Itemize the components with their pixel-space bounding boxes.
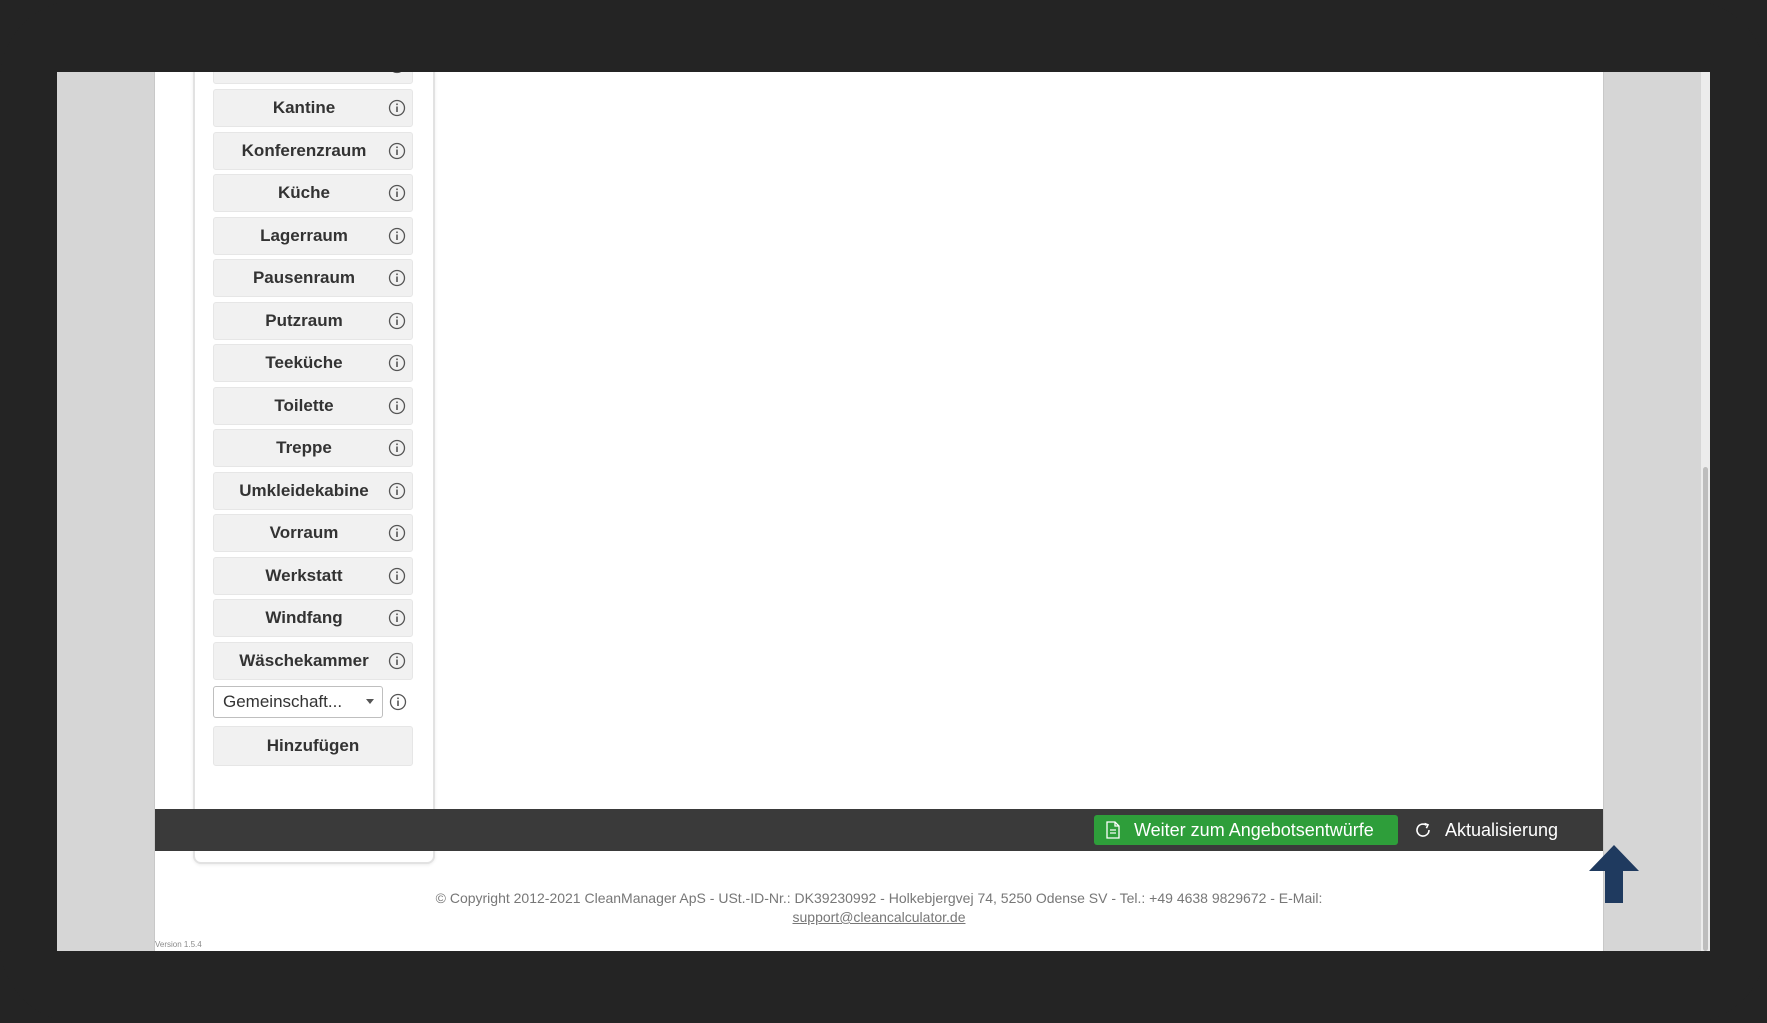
room-item-label: Windfang: [265, 608, 343, 627]
refresh-button-label: Aktualisierung: [1445, 820, 1559, 840]
room-item-label: Kantine: [272, 98, 336, 117]
room-item-label: Werkstatt: [265, 566, 343, 585]
room-item-label: Vorraum: [269, 523, 339, 542]
room-type-panel: Großraumbüro Kantine Konferenzraum Küche…: [193, 72, 435, 864]
info-icon[interactable]: [388, 312, 406, 330]
info-icon[interactable]: [388, 269, 406, 287]
chevron-down-icon: [366, 699, 374, 704]
room-item-label: Lagerraum: [260, 226, 348, 245]
room-item-label: Küche: [278, 183, 330, 202]
info-icon[interactable]: [388, 354, 406, 372]
info-icon[interactable]: [388, 142, 406, 160]
room-item-lagerraum[interactable]: Lagerraum: [213, 217, 413, 255]
room-item-umkleidekabine[interactable]: Umkleidekabine: [213, 472, 413, 510]
footer-email-link[interactable]: support@cleancalculator.de: [793, 909, 966, 925]
room-item-putzraum[interactable]: Putzraum: [213, 302, 413, 340]
room-type-select[interactable]: Gemeinschaft...: [213, 686, 383, 718]
room-item-treppe[interactable]: Treppe: [213, 429, 413, 467]
info-icon[interactable]: [388, 72, 406, 74]
room-item-label: Teeküche: [265, 353, 343, 372]
room-item-label: Putzraum: [265, 311, 343, 330]
room-item-partial[interactable]: Großraumbüro: [213, 72, 413, 84]
footer-copyright: © Copyright 2012-2021 CleanManager ApS -…: [435, 890, 1323, 906]
refresh-button[interactable]: Aktualisierung: [1414, 815, 1594, 845]
room-item-waeschekammer[interactable]: Wäschekammer: [213, 642, 413, 680]
page-content: Großraumbüro Kantine Konferenzraum Küche…: [154, 72, 1639, 951]
room-item-label: Toilette: [274, 396, 334, 415]
browser-viewport: Großraumbüro Kantine Konferenzraum Küche…: [57, 72, 1710, 951]
continue-button-label: Weiter zum Angebotsentwürfe: [1134, 820, 1374, 840]
add-room-button[interactable]: Hinzufügen: [213, 726, 413, 766]
room-item-label: Großraumbüro: [214, 72, 394, 83]
action-bar: Weiter zum Angebotsentwürfe Aktualisieru…: [155, 809, 1603, 851]
room-item-werkstatt[interactable]: Werkstatt: [213, 557, 413, 595]
room-item-kueche[interactable]: Küche: [213, 174, 413, 212]
info-icon[interactable]: [388, 567, 406, 585]
info-icon[interactable]: [388, 652, 406, 670]
scrollbar-thumb[interactable]: [1703, 467, 1708, 951]
room-item-toilette[interactable]: Toilette: [213, 387, 413, 425]
continue-to-quote-drafts-button[interactable]: Weiter zum Angebotsentwürfe: [1094, 815, 1398, 845]
info-icon[interactable]: [388, 397, 406, 415]
info-icon[interactable]: [388, 439, 406, 457]
version-label: Version 1.5.4: [155, 940, 202, 949]
room-item-pausenraum[interactable]: Pausenraum: [213, 259, 413, 297]
room-type-select-value: Gemeinschaft...: [223, 692, 343, 711]
refresh-icon: [1416, 822, 1430, 837]
document-icon: [1106, 821, 1120, 839]
room-item-label: Umkleidekabine: [239, 481, 369, 500]
room-item-vorraum[interactable]: Vorraum: [213, 514, 413, 552]
room-item-windfang[interactable]: Windfang: [213, 599, 413, 637]
up-arrow-icon: [1589, 845, 1639, 903]
room-item-label: Treppe: [276, 438, 332, 457]
room-item-label: Pausenraum: [252, 268, 356, 287]
room-item-label: Konferenzraum: [241, 141, 367, 160]
room-item-teekueche[interactable]: Teeküche: [213, 344, 413, 382]
footer: © Copyright 2012-2021 CleanManager ApS -…: [155, 889, 1603, 927]
info-icon[interactable]: [389, 693, 407, 711]
info-icon[interactable]: [388, 609, 406, 627]
room-item-kantine[interactable]: Kantine: [213, 89, 413, 127]
info-icon[interactable]: [388, 482, 406, 500]
info-icon[interactable]: [388, 99, 406, 117]
info-icon[interactable]: [388, 227, 406, 245]
info-icon[interactable]: [388, 524, 406, 542]
device-frame: Großraumbüro Kantine Konferenzraum Küche…: [0, 0, 1767, 1023]
room-item-konferenzraum[interactable]: Konferenzraum: [213, 132, 413, 170]
room-item-label: Wäschekammer: [239, 651, 369, 670]
info-icon[interactable]: [388, 184, 406, 202]
